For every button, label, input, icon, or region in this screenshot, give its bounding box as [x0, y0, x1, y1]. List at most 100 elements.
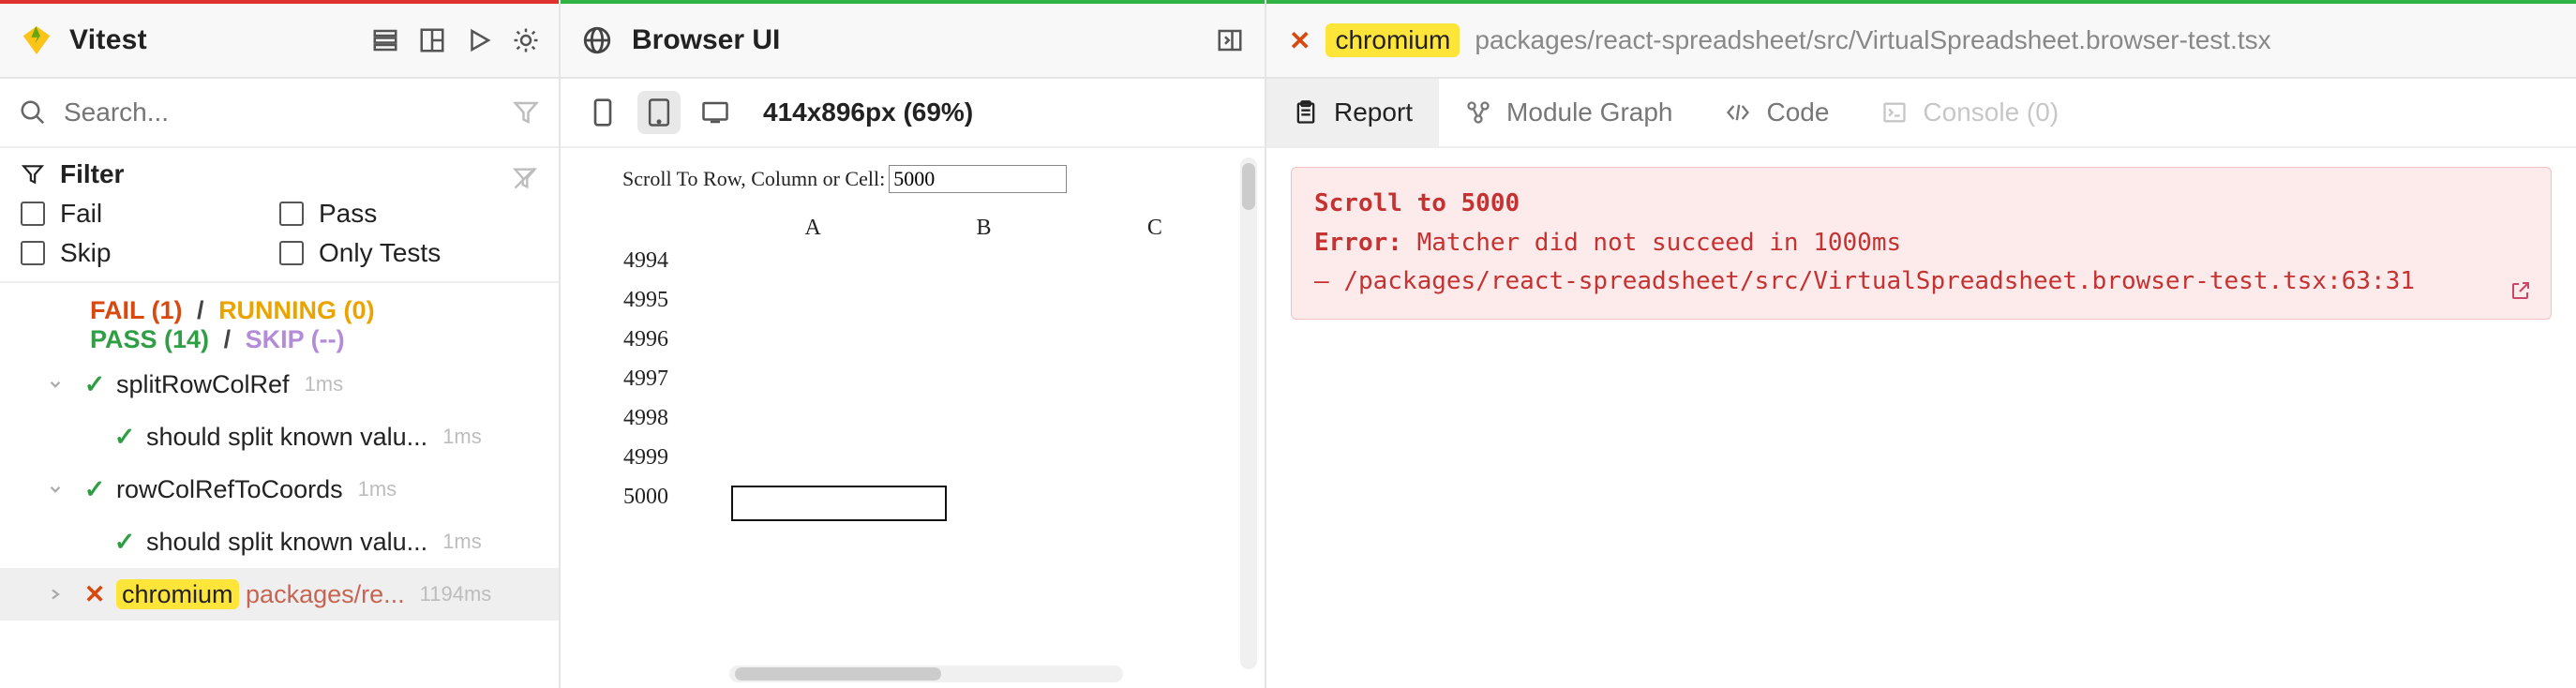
spreadsheet-row[interactable]: 4994	[585, 241, 1240, 280]
dashboard-icon[interactable]	[418, 26, 446, 54]
graph-icon	[1465, 99, 1491, 126]
test-label: splitRowColRef	[111, 370, 290, 399]
browser-header: Browser UI	[561, 4, 1265, 79]
spreadsheet-row[interactable]: 4997	[585, 359, 1240, 398]
vertical-scrollbar[interactable]	[1240, 157, 1257, 669]
test-label: should split known valu...	[141, 423, 427, 452]
spreadsheet-row[interactable]: 4999	[585, 438, 1240, 477]
error-stack: /packages/react-spreadsheet/src/VirtualS…	[1343, 267, 2415, 295]
row-number: 4998	[585, 406, 679, 431]
test-duration: 1ms	[442, 530, 482, 554]
vertical-scroll-thumb[interactable]	[1242, 163, 1255, 210]
sidebar-header: Vitest	[0, 4, 559, 79]
spreadsheet-row[interactable]: 4996	[585, 320, 1240, 359]
row-number: 4996	[585, 327, 679, 352]
test-duration: 1ms	[442, 425, 482, 449]
column-header[interactable]: C	[1070, 216, 1240, 241]
search-row	[0, 79, 559, 148]
test-node[interactable]: ✓rowColRefToCoords1ms	[0, 463, 559, 516]
stat-sep2: /	[224, 325, 232, 353]
tab-module-graph[interactable]: Module Graph	[1439, 79, 1699, 146]
pass-icon: ✓	[109, 423, 141, 452]
status-fail-icon: ✕	[1289, 25, 1310, 56]
chevron-down-icon[interactable]	[47, 580, 79, 609]
test-node[interactable]: ✕chromium packages/re...1194ms	[0, 568, 559, 621]
row-number: 4994	[585, 248, 679, 274]
spreadsheet-row[interactable]: 4995	[585, 280, 1240, 320]
chevron-down-icon[interactable]	[47, 370, 79, 399]
filter-skip-label: Skip	[60, 238, 111, 268]
pass-icon: ✓	[109, 528, 141, 557]
test-node[interactable]: ✓should split known valu...1ms	[0, 516, 559, 568]
device-desktop-icon[interactable]	[694, 91, 737, 134]
browser-title: Browser UI	[632, 24, 1216, 56]
test-duration: 1194ms	[420, 582, 492, 606]
chevron-down-icon[interactable]	[47, 475, 79, 504]
browser-pill: chromium	[1325, 23, 1460, 57]
pass-icon: ✓	[79, 475, 111, 504]
list-view-icon[interactable]	[371, 26, 399, 54]
horizontal-scroll-thumb[interactable]	[735, 667, 941, 681]
test-node[interactable]: ✓splitRowColRef1ms	[0, 358, 559, 411]
external-link-icon[interactable]	[2509, 279, 2532, 302]
error-panel: Scroll to 5000 Error: Matcher did not su…	[1291, 167, 2552, 320]
report-column: ✕ chromium packages/react-spreadsheet/sr…	[1266, 0, 2576, 688]
browser-preview: Scroll To Row, Column or Cell: ABC 4994 4…	[561, 148, 1265, 688]
test-duration: 1ms	[305, 372, 344, 396]
filter-toggle-icon[interactable]	[512, 98, 540, 127]
filter-fail-checkbox[interactable]: Fail	[21, 199, 279, 229]
error-prefix: Error:	[1314, 229, 1402, 257]
tab-console-label: Console (0)	[1923, 97, 2059, 127]
test-sidebar: Vitest Filter Fail Pass Skip O	[0, 0, 561, 688]
error-stack-prefix: –	[1314, 267, 1343, 295]
test-node[interactable]: ✓should split known valu... 1ms	[0, 411, 559, 463]
column-header[interactable]: B	[898, 216, 1069, 241]
filter-pass-checkbox[interactable]: Pass	[279, 199, 538, 229]
row-number: 4997	[585, 366, 679, 392]
clear-filter-icon[interactable]	[512, 165, 538, 191]
error-title: Scroll to 5000	[1314, 185, 2528, 224]
filter-only-checkbox[interactable]: Only Tests	[279, 238, 538, 268]
tab-report[interactable]: Report	[1266, 79, 1439, 146]
code-icon	[1725, 99, 1751, 126]
filter-title: Filter	[60, 159, 124, 189]
sun-icon[interactable]	[512, 26, 540, 54]
search-input[interactable]	[64, 97, 512, 127]
test-file-path: packages/react-spreadsheet/src/VirtualSp…	[1475, 25, 2270, 55]
spreadsheet-column-headers: ABC	[585, 216, 1240, 241]
filter-only-label: Only Tests	[319, 238, 441, 268]
column-header[interactable]: A	[727, 216, 898, 241]
stat-fail: FAIL (1)	[90, 296, 183, 324]
tab-code[interactable]: Code	[1699, 79, 1855, 146]
filter-skip-checkbox[interactable]: Skip	[21, 238, 279, 268]
filter-fail-label: Fail	[60, 199, 102, 229]
test-duration: 1ms	[358, 477, 397, 501]
spreadsheet: ABC 4994499549964997499849995000	[585, 216, 1240, 516]
device-phone-icon[interactable]	[581, 91, 624, 134]
error-message: Matcher did not succeed in 1000ms	[1402, 229, 1901, 257]
report-header: ✕ chromium packages/react-spreadsheet/sr…	[1266, 4, 2576, 79]
scroll-to-label: Scroll To Row, Column or Cell:	[585, 167, 885, 190]
report-tabs: Report Module Graph Code Console (0)	[1266, 79, 2576, 148]
clipboard-icon	[1293, 99, 1319, 126]
row-number: 4999	[585, 445, 679, 471]
selected-cell[interactable]	[731, 486, 947, 521]
filter-pass-label: Pass	[319, 199, 377, 229]
stat-pass: PASS (14)	[90, 325, 209, 353]
horizontal-scrollbar[interactable]	[729, 666, 1123, 682]
run-icon[interactable]	[465, 26, 493, 54]
test-summary: FAIL (1) / RUNNING (0) PASS (14) / SKIP …	[0, 283, 559, 358]
device-tablet-icon[interactable]	[637, 91, 681, 134]
funnel-icon	[21, 162, 45, 187]
viewport-toolbar: 414x896px (69%)	[561, 79, 1265, 148]
tab-console[interactable]: Console (0)	[1855, 79, 2085, 146]
search-icon	[19, 98, 47, 127]
globe-icon	[581, 24, 613, 56]
browser-column: Browser UI 414x896px (69%) Scroll To Row…	[561, 0, 1266, 688]
fail-icon: ✕	[79, 580, 111, 609]
spreadsheet-row[interactable]: 4998	[585, 398, 1240, 438]
panel-collapse-icon[interactable]	[1216, 26, 1244, 54]
tab-report-label: Report	[1334, 97, 1413, 127]
test-tree[interactable]: ✓splitRowColRef1ms✓should split known va…	[0, 358, 559, 688]
scroll-to-input[interactable]	[889, 165, 1067, 193]
